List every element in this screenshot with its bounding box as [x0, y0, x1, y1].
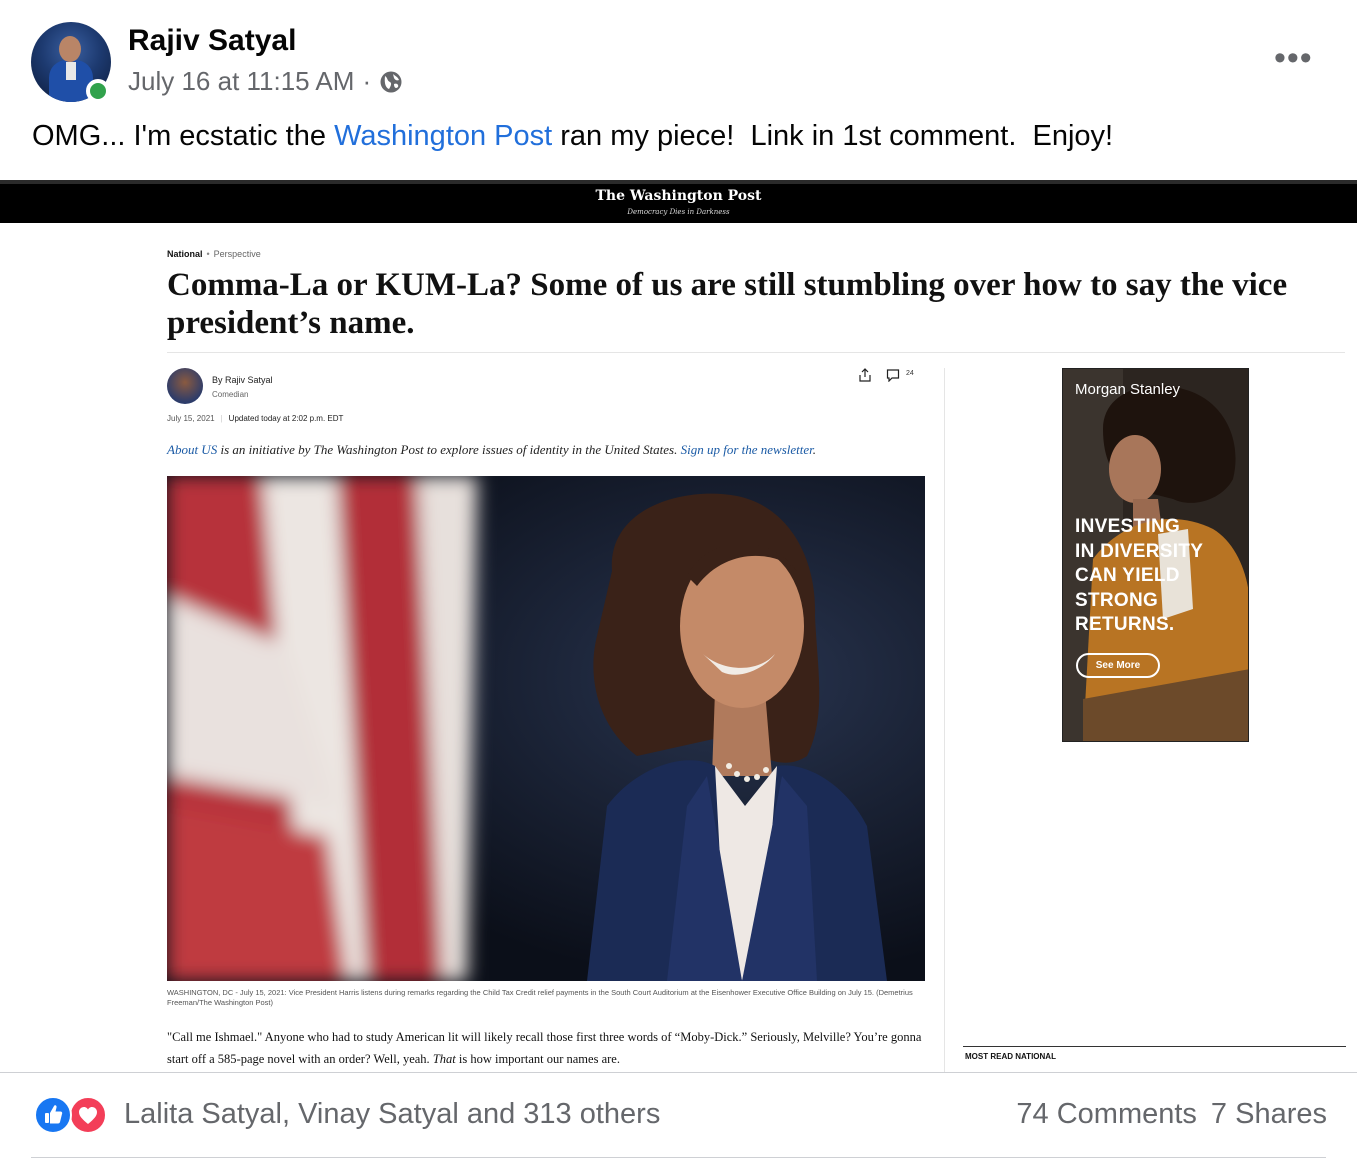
byline-role: Comedian — [212, 390, 249, 399]
ad-line: CAN YIELD — [1075, 565, 1180, 586]
most-read-heading: MOST READ NATIONAL — [965, 1052, 1056, 1061]
online-status-indicator — [86, 79, 110, 103]
article-headline: Comma-La or KUM-La? Some of us are still… — [167, 267, 1288, 341]
comment-count: 24 — [906, 370, 914, 377]
hero-photo-illustration — [167, 476, 925, 981]
byline-avatar — [167, 368, 203, 404]
article-body: "Call me Ishmael." Anyone who had to stu… — [167, 1026, 927, 1070]
author-name[interactable]: Rajiv Satyal — [128, 24, 296, 58]
about-us-text: is an initiative by The Washington Post … — [217, 442, 681, 457]
updated-date: Updated today at 2:02 p.m. EDT — [228, 414, 344, 423]
newsletter-link: Sign up for the newsletter — [680, 442, 813, 457]
column-divider — [944, 368, 945, 1072]
post-meta: July 16 at 11:15 AM · — [128, 66, 403, 97]
shares-count[interactable]: 7 Shares — [1211, 1098, 1327, 1131]
wapo-tagline: Democracy Dies in Darkness — [627, 208, 730, 216]
about-us-note: About US is an initiative by The Washing… — [167, 442, 816, 458]
subsection-label: Perspective — [213, 249, 261, 259]
article-screenshot[interactable]: The Washington Post Democracy Dies in Da… — [0, 180, 1357, 1072]
avatar-figure-head — [59, 36, 81, 62]
ad-line: INVESTING — [1075, 516, 1181, 537]
footer-divider — [0, 1072, 1357, 1073]
ad-line: STRONG — [1075, 589, 1159, 611]
globe-icon[interactable] — [379, 70, 403, 94]
kicker-dot: • — [206, 249, 210, 259]
article-byline: By Rajiv Satyal — [212, 375, 273, 385]
post-timestamp[interactable]: July 16 at 11:15 AM — [128, 66, 354, 97]
ad-line: RETURNS. — [1075, 614, 1175, 635]
post-text-end: ran my piece! Link in 1st comment. Enjoy… — [552, 120, 1114, 152]
love-reaction-icon[interactable] — [69, 1096, 107, 1134]
washington-post-link[interactable]: Washington Post — [334, 120, 552, 152]
article-kicker: National • Perspective — [167, 249, 261, 259]
avatar-figure-shirt — [66, 62, 76, 80]
share-icon — [859, 368, 871, 382]
post-text: OMG... I'm ecstatic the Washington Post … — [32, 120, 1113, 153]
thumbs-up-icon — [45, 1105, 63, 1124]
reactions-summary[interactable]: Lalita Satyal, Vinay Satyal and 313 othe… — [124, 1098, 660, 1131]
ad-line: IN DIVERSITY — [1075, 540, 1204, 562]
ad-brand: Morgan Stanley — [1075, 381, 1181, 398]
like-reaction-icon[interactable] — [34, 1096, 72, 1134]
ad-headline: INVESTING IN DIVERSITY CAN YIELD STRONG … — [1075, 515, 1203, 638]
about-us-end: . — [812, 442, 817, 457]
headline-divider — [167, 352, 1345, 353]
wapo-logo: The Washington Post — [595, 188, 762, 204]
meta-separator: · — [362, 66, 372, 96]
article-hero-photo — [167, 476, 925, 981]
morgan-stanley-ad: Morgan Stanley INVESTING IN DIVERSITY CA… — [1062, 368, 1249, 742]
article-dates: July 15, 2021 | Updated today at 2:02 p.m.… — [167, 414, 343, 423]
section-label: National — [167, 249, 203, 259]
body-part-2: is how important our names are. — [455, 1052, 620, 1066]
more-options-icon[interactable]: ••• — [1274, 41, 1313, 75]
publish-date: July 15, 2021 — [167, 414, 215, 423]
ad-see-more-button: See More — [1076, 653, 1160, 678]
body-italic: That — [432, 1052, 456, 1066]
most-read-divider — [963, 1046, 1346, 1047]
post-text-start: OMG... I'm ecstatic the — [32, 120, 335, 152]
comment-icon — [886, 369, 900, 382]
heart-icon — [79, 1107, 97, 1124]
date-separator: | — [220, 414, 223, 423]
engagement-stats: 74 Comments 7 Shares — [1016, 1098, 1327, 1131]
about-us-link: About US — [167, 442, 218, 457]
photo-caption: WASHINGTON, DC - July 15, 2021: Vice Pre… — [167, 988, 913, 1007]
comments-count[interactable]: 74 Comments — [1016, 1098, 1197, 1131]
